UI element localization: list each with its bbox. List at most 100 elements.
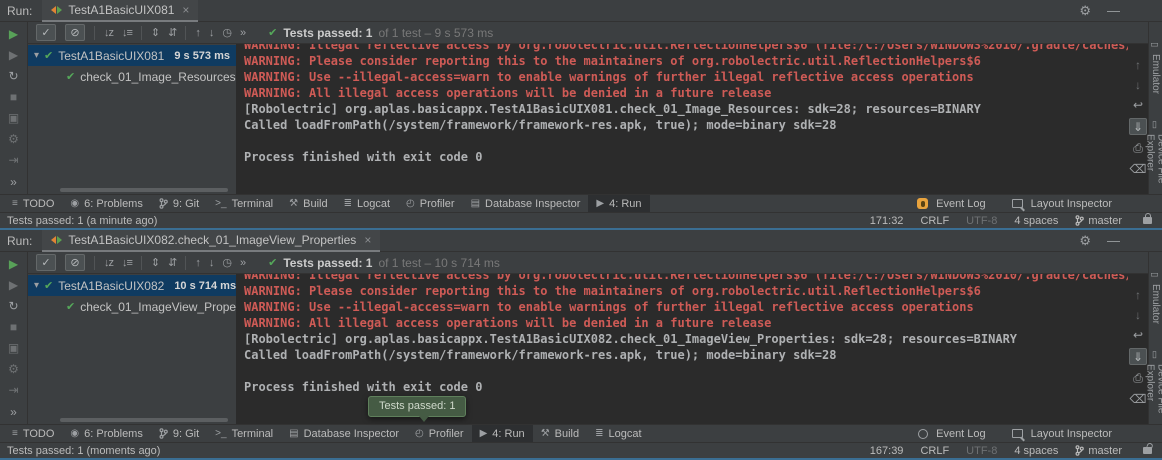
rerun-failed-icon[interactable]: ▶ [9, 48, 18, 62]
camera-icon[interactable]: ▣ [8, 111, 19, 125]
test-history-icon[interactable]: ◷ [222, 26, 231, 39]
previous-occurrence-icon[interactable]: ↑ [195, 257, 200, 269]
toolbar-database-inspector[interactable]: ▤Database Inspector [281, 425, 407, 442]
stop-icon[interactable]: ■ [10, 320, 17, 334]
more-icon[interactable]: » [10, 175, 17, 189]
indent-setting[interactable]: 4 spaces [1014, 445, 1058, 457]
soft-wrap-icon[interactable]: ↩ [1133, 328, 1143, 342]
expand-all-icon[interactable]: ⇕ [151, 256, 159, 269]
event-log-button[interactable]: Event Log [932, 198, 990, 210]
tool-icon[interactable]: ⚙ [8, 362, 19, 376]
tool-icon[interactable]: ⚙ [8, 132, 19, 146]
next-occurrence-icon[interactable]: ↓ [209, 27, 214, 39]
toolbar-run[interactable]: ▶4: Run [588, 195, 649, 212]
stop-icon[interactable]: ■ [10, 90, 17, 104]
toolbar-profiler[interactable]: ◴Profiler [407, 425, 472, 442]
caret-position[interactable]: 171:32 [870, 215, 904, 227]
tree-row-test[interactable]: ✔ check_01_ImageView_Properties 10 s 714… [28, 296, 236, 317]
git-branch-widget[interactable]: master [1075, 215, 1122, 227]
sort-alphabetically-icon[interactable]: ↓z [104, 27, 113, 39]
caret-position[interactable]: 167:39 [870, 445, 904, 457]
toolbar-database-inspector[interactable]: ▤Database Inspector [463, 195, 589, 212]
camera-icon[interactable]: ▣ [8, 341, 19, 355]
run-tab[interactable]: TestA1BasicUIX081 × [42, 0, 198, 22]
toolbar-problems[interactable]: ◉6: Problems [62, 195, 150, 212]
scroll-down-icon[interactable]: ↓ [1135, 78, 1141, 92]
sort-by-duration-icon[interactable]: ↓≡ [122, 257, 132, 269]
toolbar-build[interactable]: ⚒Build [281, 195, 335, 212]
layout-inspector-button[interactable]: Layout Inspector [1027, 428, 1116, 440]
show-ignored-icon[interactable]: ⊘ [65, 24, 85, 41]
indent-setting[interactable]: 4 spaces [1014, 215, 1058, 227]
sort-alphabetically-icon[interactable]: ↓z [104, 257, 113, 269]
toolbar-problems[interactable]: ◉6: Problems [62, 425, 150, 442]
file-encoding[interactable]: UTF-8 [966, 445, 997, 457]
toolbar-build[interactable]: ⚒Build [533, 425, 587, 442]
run-tab[interactable]: TestA1BasicUIX082.check_01_ImageView_Pro… [42, 230, 380, 252]
toolbar-todo[interactable]: ≡TODO [4, 425, 62, 442]
device-icon: ▯ [1151, 120, 1161, 130]
expand-all-icon[interactable]: ⇕ [151, 26, 159, 39]
close-icon[interactable]: × [182, 3, 189, 17]
tree-horizontal-scrollbar[interactable] [60, 418, 228, 422]
device-file-explorer-stripe-button[interactable]: ▯ Device File Explorer [1145, 120, 1162, 194]
tree-horizontal-scrollbar[interactable] [60, 188, 228, 192]
toolbar-terminal[interactable]: >_Terminal [207, 425, 281, 442]
chevron-down-icon[interactable]: ▾ [34, 280, 39, 291]
collapse-all-icon[interactable]: ⇵ [168, 256, 176, 269]
test-history-icon[interactable]: ◷ [222, 256, 231, 269]
chevron-down-icon[interactable]: ▾ [34, 50, 39, 61]
toolbar-more-icon[interactable]: » [240, 27, 245, 39]
emulator-stripe-button[interactable]: ▭ Emulator [1150, 270, 1161, 324]
collapse-all-icon[interactable]: ⇵ [168, 26, 176, 39]
lock-icon[interactable] [1143, 217, 1152, 224]
toolbar-todo[interactable]: ≡TODO [4, 195, 62, 212]
minimize-icon[interactable]: — [1107, 3, 1120, 19]
toolbar-more-icon[interactable]: » [240, 257, 245, 269]
gear-icon[interactable]: ⚙ [1079, 233, 1091, 249]
tree-row-test[interactable]: ✔ check_01_Image_Resources 9 s 573 ms [28, 66, 236, 87]
toolbar-profiler[interactable]: ◴Profiler [398, 195, 463, 212]
git-branch-widget[interactable]: master [1075, 445, 1122, 457]
import-into-editor-icon[interactable]: ⇥ [8, 383, 18, 397]
toolbar-git[interactable]: 9: Git [151, 195, 207, 212]
scroll-up-icon[interactable]: ↑ [1135, 288, 1141, 302]
toolbar-run[interactable]: ▶4: Run [472, 425, 533, 442]
tree-row-root[interactable]: ▾ ✔ TestA1BasicUIX081 (org.aplas.basica … [28, 45, 236, 66]
gear-icon[interactable]: ⚙ [1079, 3, 1091, 19]
rerun-failed-icon[interactable]: ▶ [9, 278, 18, 292]
import-into-editor-icon[interactable]: ⇥ [8, 153, 18, 167]
previous-occurrence-icon[interactable]: ↑ [195, 27, 200, 39]
scroll-down-icon[interactable]: ↓ [1135, 308, 1141, 322]
minimize-icon[interactable]: — [1107, 233, 1120, 249]
auto-refresh-icon[interactable]: ↻ [8, 69, 18, 83]
next-occurrence-icon[interactable]: ↓ [209, 257, 214, 269]
auto-refresh-icon[interactable]: ↻ [8, 299, 18, 313]
line-separator[interactable]: CRLF [920, 445, 949, 457]
emulator-stripe-button[interactable]: ▭ Emulator [1150, 40, 1161, 94]
soft-wrap-icon[interactable]: ↩ [1133, 98, 1143, 112]
print-icon[interactable]: ⎙ [1133, 141, 1143, 156]
toolbar-git[interactable]: 9: Git [151, 425, 207, 442]
show-passed-icon[interactable]: ✓ [36, 254, 56, 271]
file-encoding[interactable]: UTF-8 [966, 215, 997, 227]
scroll-up-icon[interactable]: ↑ [1135, 58, 1141, 72]
print-icon[interactable]: ⎙ [1133, 371, 1143, 386]
close-icon[interactable]: × [364, 233, 371, 247]
tree-row-root[interactable]: ▾ ✔ TestA1BasicUIX082 (org.aplas.basica … [28, 275, 236, 296]
sort-by-duration-icon[interactable]: ↓≡ [122, 27, 132, 39]
show-passed-icon[interactable]: ✓ [36, 24, 56, 41]
rerun-icon[interactable]: ▶ [9, 257, 18, 271]
line-separator[interactable]: CRLF [920, 215, 949, 227]
device-icon: ▯ [1151, 350, 1161, 360]
toolbar-logcat[interactable]: ≣Logcat [336, 195, 398, 212]
rerun-icon[interactable]: ▶ [9, 27, 18, 41]
layout-inspector-button[interactable]: Layout Inspector [1027, 198, 1116, 210]
toolbar-terminal[interactable]: >_Terminal [207, 195, 281, 212]
unlock-icon[interactable] [1143, 447, 1152, 454]
event-log-button[interactable]: Event Log [932, 428, 990, 440]
toolbar-logcat[interactable]: ≣Logcat [587, 425, 649, 442]
more-icon[interactable]: » [10, 405, 17, 419]
show-ignored-icon[interactable]: ⊘ [65, 254, 85, 271]
device-file-explorer-stripe-button[interactable]: ▯ Device File Explorer [1145, 350, 1162, 424]
